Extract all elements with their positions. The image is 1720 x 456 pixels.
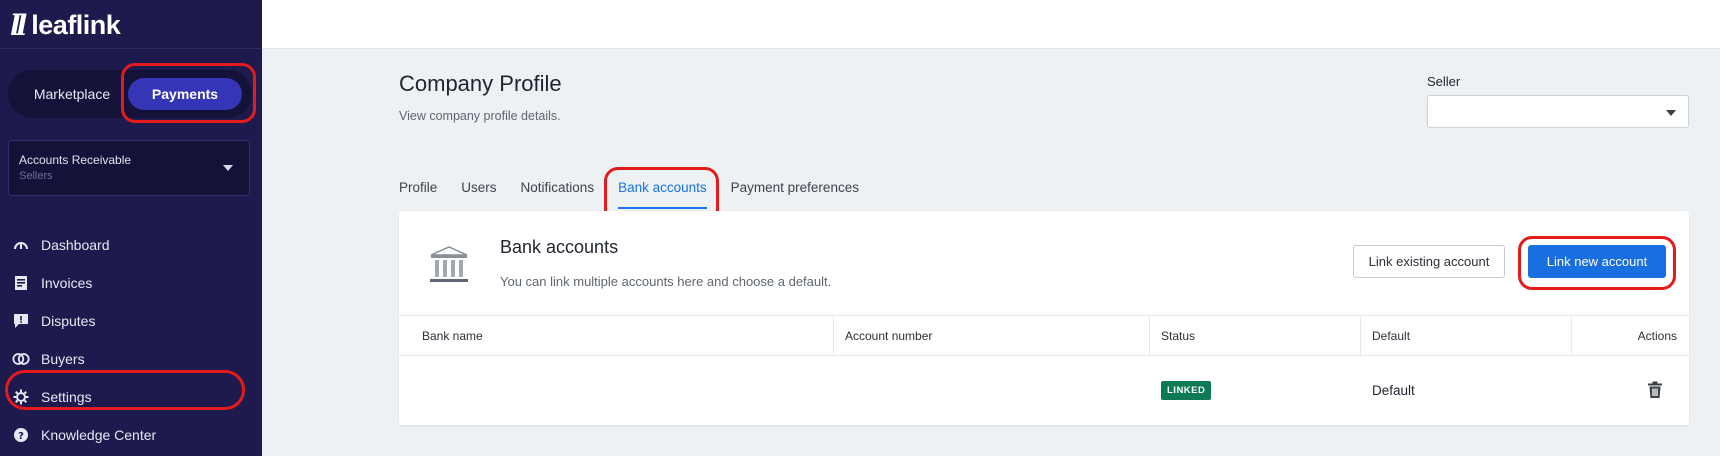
table-header: Bank name Account number Status Default … — [399, 315, 1689, 356]
account-type-label: Accounts Receivable — [19, 153, 132, 167]
column-divider — [1360, 316, 1361, 356]
logo-mark: ll — [10, 8, 27, 42]
link-existing-account-button[interactable]: Link existing account — [1353, 245, 1505, 278]
marketplace-toggle[interactable]: Marketplace — [18, 78, 126, 110]
leaflink-logo[interactable]: ll leaflink — [10, 8, 121, 42]
column-header-default[interactable]: Default — [1372, 316, 1410, 356]
invoice-icon — [12, 274, 30, 292]
column-header-status[interactable]: Status — [1161, 316, 1195, 356]
column-divider — [1571, 316, 1572, 356]
logo-text: leaflink — [31, 9, 121, 40]
column-header-account-number[interactable]: Account number — [845, 316, 932, 356]
sidebar-item-label: Invoices — [41, 275, 93, 291]
card-subtitle: You can link multiple accounts here and … — [500, 274, 832, 289]
column-divider — [833, 316, 834, 356]
seller-select[interactable] — [1427, 95, 1689, 128]
sidebar-nav: Dashboard Invoices Disputes Buyers Setti… — [12, 226, 252, 454]
sidebar-item-label: Knowledge Center — [41, 427, 157, 443]
tab-notifications[interactable]: Notifications — [521, 180, 595, 210]
highlight-settings-annotation — [5, 370, 245, 410]
account-type-sublabel: Sellers — [19, 170, 53, 182]
column-header-bank-name[interactable]: Bank name — [422, 316, 483, 356]
sidebar-item-label: Disputes — [41, 313, 96, 329]
page-subtitle: View company profile details. — [399, 109, 561, 123]
divider — [0, 48, 262, 49]
trash-icon[interactable] — [1647, 381, 1663, 404]
tab-users[interactable]: Users — [461, 180, 496, 210]
status-badge: LINKED — [1161, 381, 1212, 400]
svg-text:?: ? — [18, 431, 24, 442]
chevron-down-icon — [1666, 110, 1676, 116]
tab-profile[interactable]: Profile — [399, 180, 437, 210]
table-row: LINKED Default — [399, 356, 1689, 425]
bank-accounts-card: Bank accounts You can link multiple acco… — [399, 211, 1689, 425]
sidebar-item-knowledge-center[interactable]: ? Knowledge Center — [12, 416, 252, 454]
top-bar — [262, 0, 1720, 49]
card-title: Bank accounts — [500, 237, 619, 257]
buyers-icon — [12, 350, 30, 368]
help-icon: ? — [12, 426, 30, 444]
sidebar-item-invoices[interactable]: Invoices — [12, 264, 252, 302]
sidebar-item-disputes[interactable]: Disputes — [12, 302, 252, 340]
highlight-link-new-account-annotation — [1518, 236, 1676, 290]
sidebar-item-dashboard[interactable]: Dashboard — [12, 226, 252, 264]
column-divider — [1149, 316, 1150, 356]
dashboard-icon — [12, 236, 30, 254]
sidebar-item-label: Buyers — [41, 351, 85, 367]
bank-icon — [427, 245, 471, 290]
chevron-down-icon — [223, 165, 233, 171]
page-title: Company Profile — [399, 71, 562, 96]
column-header-actions: Actions — [1637, 329, 1677, 343]
tab-payment-preferences[interactable]: Payment preferences — [731, 180, 859, 210]
seller-label: Seller — [1427, 74, 1461, 89]
highlight-payments-annotation — [121, 63, 256, 123]
account-type-select[interactable]: Accounts Receivable Sellers — [8, 140, 250, 196]
default-value: Default — [1372, 383, 1415, 398]
dispute-icon — [12, 312, 30, 330]
sidebar-item-label: Dashboard — [41, 237, 110, 253]
